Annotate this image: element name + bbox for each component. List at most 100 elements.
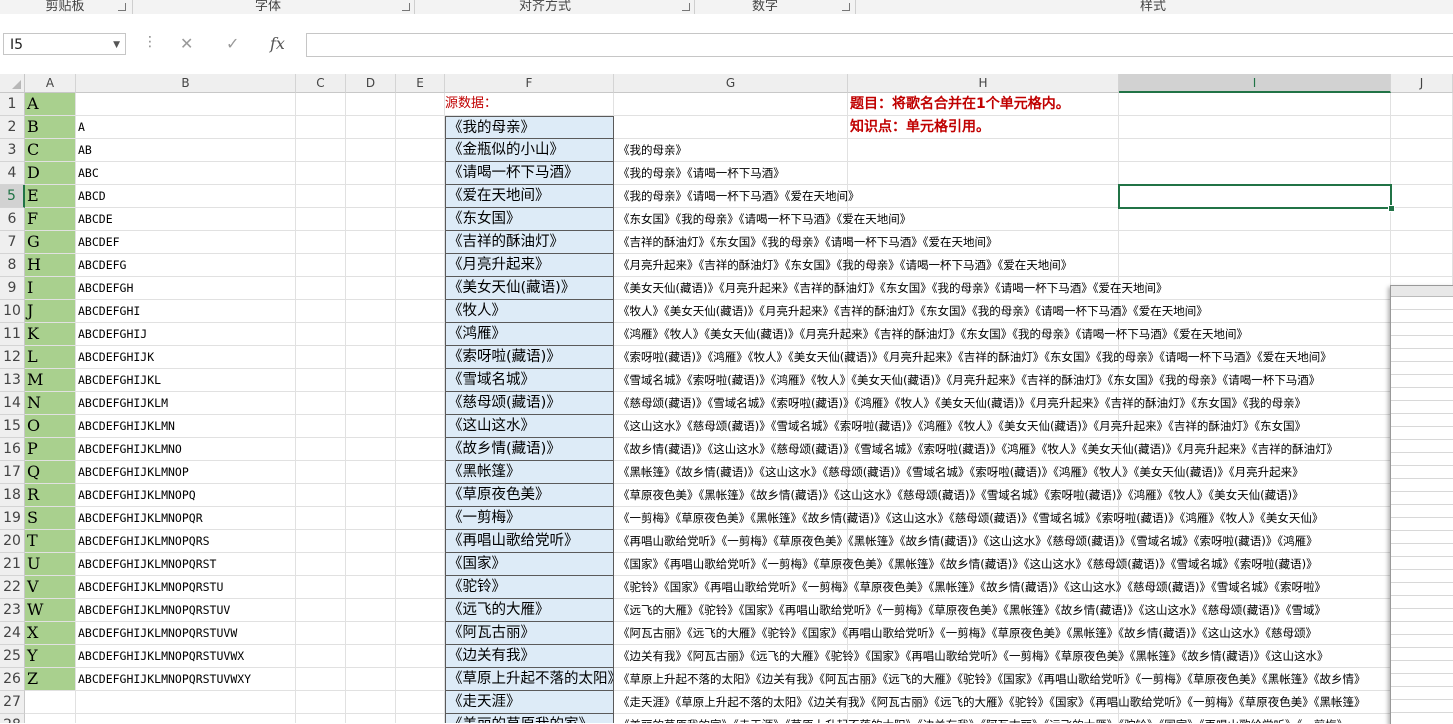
cell-a11[interactable]: K bbox=[25, 323, 76, 346]
grid-cell[interactable] bbox=[346, 254, 396, 277]
cell-a28[interactable] bbox=[25, 714, 76, 723]
cell-b6[interactable]: ABCDE bbox=[76, 208, 296, 231]
cell-f18[interactable]: 《草原夜色美》 bbox=[445, 484, 614, 507]
cell-f13[interactable]: 《雪域名城》 bbox=[445, 369, 614, 392]
cell-b16[interactable]: ABCDEFGHIJKLMNO bbox=[76, 438, 296, 461]
grid-cell[interactable] bbox=[296, 323, 346, 346]
grid-cell[interactable] bbox=[396, 645, 445, 668]
grid-cell[interactable] bbox=[396, 599, 445, 622]
cell-f24[interactable]: 《阿瓦古丽》 bbox=[445, 622, 614, 645]
grid-cell[interactable] bbox=[296, 714, 346, 723]
grid-cell[interactable] bbox=[396, 415, 445, 438]
cell-g26[interactable]: 《草原上升起不落的太阳》《边关有我》《阿瓦古丽》《远飞的大雁》《驼铃》《国家》《… bbox=[614, 668, 1366, 691]
grid-cell[interactable] bbox=[296, 415, 346, 438]
cell-a8[interactable]: H bbox=[25, 254, 76, 277]
cell-g8[interactable]: 《月亮升起来》《吉祥的酥油灯》《东女国》《我的母亲》《请喝一杯下马酒》《爱在天地… bbox=[614, 254, 1072, 277]
cell-f23[interactable]: 《远飞的大雁》 bbox=[445, 599, 614, 622]
cell-f21[interactable]: 《国家》 bbox=[445, 553, 614, 576]
cell-f9[interactable]: 《美女天仙(藏语)》 bbox=[445, 277, 614, 300]
grid-cell[interactable] bbox=[346, 277, 396, 300]
grid-cell[interactable] bbox=[296, 392, 346, 415]
cell-g21[interactable]: 《国家》《再唱山歌给党听》《一剪梅》《草原夜色美》《黑帐篷》《故乡情(藏语)》《… bbox=[614, 553, 1318, 576]
grid-cell[interactable] bbox=[346, 162, 396, 185]
grid-cell[interactable] bbox=[396, 530, 445, 553]
grid-cell[interactable] bbox=[346, 415, 396, 438]
insert-function-icon[interactable]: fx bbox=[270, 33, 285, 55]
cell-b14[interactable]: ABCDEFGHIJKLM bbox=[76, 392, 296, 415]
grid-cell[interactable] bbox=[296, 507, 346, 530]
cell-g5[interactable]: 《我的母亲》《请喝一杯下马酒》《爱在天地间》 bbox=[614, 185, 860, 208]
cell-a21[interactable]: U bbox=[25, 553, 76, 576]
grid-cell[interactable] bbox=[396, 622, 445, 645]
grid-cell[interactable] bbox=[346, 484, 396, 507]
cell-a20[interactable]: T bbox=[25, 530, 76, 553]
cell-a4[interactable]: D bbox=[25, 162, 76, 185]
cell-f25[interactable]: 《边关有我》 bbox=[445, 645, 614, 668]
grid-cell[interactable] bbox=[296, 162, 346, 185]
cell-b18[interactable]: ABCDEFGHIJKLMNOPQ bbox=[76, 484, 296, 507]
column-header-a[interactable]: A bbox=[25, 74, 76, 93]
cell-b5[interactable]: ABCD bbox=[76, 185, 296, 208]
grid-cell[interactable] bbox=[346, 93, 396, 116]
cell-b3[interactable]: AB bbox=[76, 139, 296, 162]
cell-b19[interactable]: ABCDEFGHIJKLMNOPQR bbox=[76, 507, 296, 530]
grid-cell[interactable] bbox=[296, 231, 346, 254]
grid-cell[interactable] bbox=[296, 576, 346, 599]
cell-g25[interactable]: 《边关有我》《阿瓦古丽》《远飞的大雁》《驼铃》《国家》《再唱山歌给党听》《一剪梅… bbox=[614, 645, 1328, 668]
grid-cell[interactable] bbox=[296, 277, 346, 300]
cell-f22[interactable]: 《驼铃》 bbox=[445, 576, 614, 599]
row-header-17[interactable]: 17 bbox=[0, 461, 25, 484]
grid-cell[interactable] bbox=[396, 116, 445, 139]
cell-a22[interactable]: V bbox=[25, 576, 76, 599]
row-header-10[interactable]: 10 bbox=[0, 300, 25, 323]
cell-a10[interactable]: J bbox=[25, 300, 76, 323]
grid-cell[interactable] bbox=[1391, 231, 1453, 254]
grid-cell[interactable] bbox=[346, 461, 396, 484]
cell-a15[interactable]: O bbox=[25, 415, 76, 438]
grid-cell[interactable] bbox=[396, 93, 445, 116]
cell-a24[interactable]: X bbox=[25, 622, 76, 645]
grid-cell[interactable] bbox=[396, 323, 445, 346]
grid-cell[interactable] bbox=[1391, 162, 1453, 185]
grid-cell[interactable] bbox=[346, 507, 396, 530]
grid-cell[interactable] bbox=[1391, 185, 1453, 208]
grid-cell[interactable] bbox=[296, 93, 346, 116]
cell-b25[interactable]: ABCDEFGHIJKLMNOPQRSTUVWX bbox=[76, 645, 296, 668]
cell-a16[interactable]: P bbox=[25, 438, 76, 461]
cell-g19[interactable]: 《一剪梅》《草原夜色美》《黑帐篷》《故乡情(藏语)》《这山这水》《慈母颂(藏语)… bbox=[614, 507, 1323, 530]
row-header-3[interactable]: 3 bbox=[0, 139, 25, 162]
grid-cell[interactable] bbox=[396, 484, 445, 507]
grid-cell[interactable] bbox=[1119, 116, 1391, 139]
grid-cell[interactable] bbox=[396, 392, 445, 415]
cell-f10[interactable]: 《牧人》 bbox=[445, 300, 614, 323]
row-header-6[interactable]: 6 bbox=[0, 208, 25, 231]
cell-f8[interactable]: 《月亮升起来》 bbox=[445, 254, 614, 277]
grid-cell[interactable] bbox=[346, 369, 396, 392]
row-header-26[interactable]: 26 bbox=[0, 668, 25, 691]
row-header-20[interactable]: 20 bbox=[0, 530, 25, 553]
grid-cell[interactable] bbox=[396, 507, 445, 530]
cell-g10[interactable]: 《牧人》《美女天仙(藏语)》《月亮升起来》《吉祥的酥油灯》《东女国》《我的母亲》… bbox=[614, 300, 1208, 323]
row-header-9[interactable]: 9 bbox=[0, 277, 25, 300]
enter-icon[interactable]: ✓ bbox=[226, 33, 239, 55]
cell-b23[interactable]: ABCDEFGHIJKLMNOPQRSTUV bbox=[76, 599, 296, 622]
grid-cell[interactable] bbox=[396, 185, 445, 208]
grid-cell[interactable] bbox=[296, 461, 346, 484]
cell-b27[interactable] bbox=[76, 691, 296, 714]
cell-g28[interactable]: 《美丽的草原我的家》《走天涯》《草原上升起不落的太阳》《边关有我》《阿瓦古丽》《… bbox=[614, 714, 1348, 723]
grid-cell[interactable] bbox=[346, 438, 396, 461]
grid-cell[interactable] bbox=[848, 139, 1119, 162]
grid-cell[interactable] bbox=[396, 139, 445, 162]
cell-a17[interactable]: Q bbox=[25, 461, 76, 484]
cell-b22[interactable]: ABCDEFGHIJKLMNOPQRSTU bbox=[76, 576, 296, 599]
cell-b10[interactable]: ABCDEFGHI bbox=[76, 300, 296, 323]
grid-cell[interactable] bbox=[346, 300, 396, 323]
column-header-f[interactable]: F bbox=[445, 74, 614, 93]
row-header-8[interactable]: 8 bbox=[0, 254, 25, 277]
row-header-1[interactable]: 1 bbox=[0, 93, 25, 116]
cell-b1[interactable] bbox=[76, 93, 296, 116]
grid-cell[interactable] bbox=[296, 254, 346, 277]
grid-cell[interactable] bbox=[848, 162, 1119, 185]
grid-cell[interactable] bbox=[1391, 116, 1453, 139]
row-header-28[interactable]: 28 bbox=[0, 714, 25, 723]
